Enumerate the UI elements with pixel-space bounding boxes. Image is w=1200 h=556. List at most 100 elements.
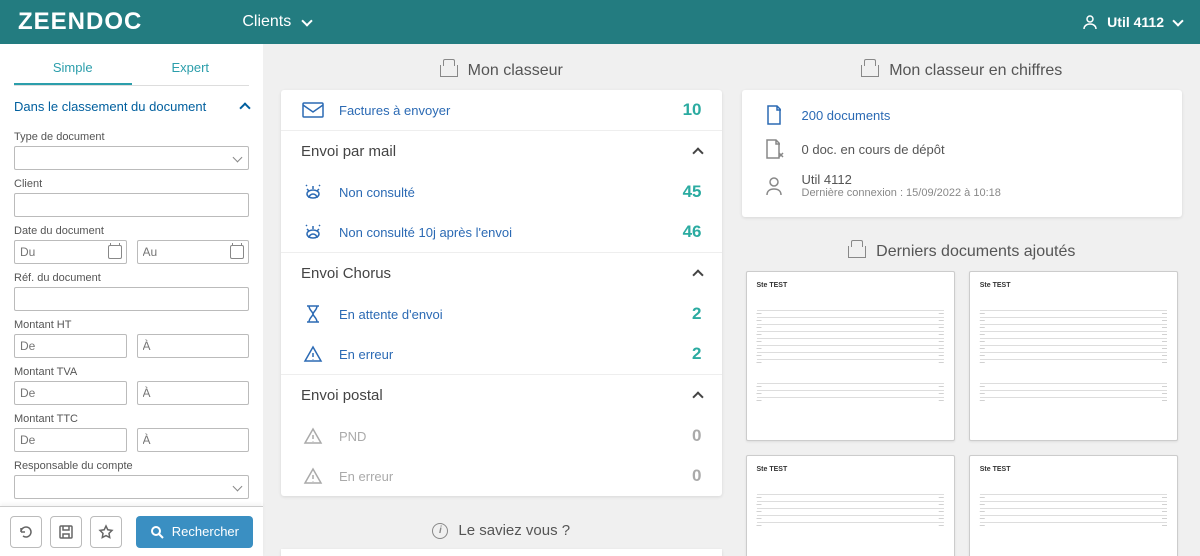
- doc-thumbnail[interactable]: Ste TEST ———————————————— ——————: [969, 271, 1178, 441]
- warning-icon: [301, 467, 325, 485]
- row-doc-count[interactable]: 200 documents: [742, 98, 1183, 132]
- label-client: Client: [14, 178, 249, 190]
- favorite-button[interactable]: [90, 516, 122, 548]
- invoices-value: 10: [672, 100, 702, 120]
- row-deposit: 0 doc. en cours de dépôt: [742, 132, 1183, 166]
- doc-type-select[interactable]: [14, 146, 249, 170]
- row-pnd[interactable]: PND 0: [281, 416, 722, 456]
- label-doc-type: Type de document: [14, 131, 249, 143]
- inbox-icon: [861, 65, 879, 77]
- search-sidebar: Simple Expert Dans le classement du docu…: [0, 44, 263, 556]
- tva-from-input[interactable]: [14, 381, 127, 405]
- row-pending[interactable]: En attente d'envoi 2: [281, 294, 722, 334]
- tva-to-input[interactable]: [137, 381, 250, 405]
- deposit-label: 0 doc. en cours de dépôt: [802, 142, 945, 157]
- postal-error-label: En erreur: [339, 469, 658, 484]
- error-value: 2: [672, 344, 702, 364]
- row-session-user: Util 4112 Dernière connexion : 15/09/202…: [742, 166, 1183, 205]
- top-header: ZEENDOC Clients Util 4112: [0, 0, 1200, 44]
- row-invoices-to-send[interactable]: Factures à envoyer 10: [281, 90, 722, 130]
- label-amount-ttc: Montant TTC: [14, 413, 249, 425]
- nav-clients-label: Clients: [242, 13, 291, 31]
- chevron-up-icon: [692, 147, 703, 158]
- pending-value: 2: [672, 304, 702, 324]
- chiffres-panel: 200 documents 0 doc. en cours de dépôt: [742, 90, 1183, 217]
- recent-docs-grid: Ste TEST ———————————————— —————— Ste TES…: [742, 271, 1183, 556]
- reset-button[interactable]: [10, 516, 42, 548]
- user-name: Util 4112: [1107, 14, 1164, 30]
- date-to-input[interactable]: [137, 240, 250, 264]
- search-button[interactable]: Rechercher: [136, 516, 253, 548]
- hourglass-icon: [301, 304, 325, 324]
- chevron-down-icon: [302, 15, 313, 26]
- group-chorus[interactable]: Envoi Chorus: [281, 252, 722, 294]
- label-amount-ht: Montant HT: [14, 319, 249, 331]
- classeur-title: Mon classeur: [281, 54, 722, 90]
- save-search-button[interactable]: [50, 516, 82, 548]
- row-not-consulted-10d[interactable]: Non consulté 10j après l'envoi 46: [281, 212, 722, 252]
- chevron-up-icon: [692, 391, 703, 402]
- date-from-input[interactable]: [14, 240, 127, 264]
- label-amount-tva: Montant TVA: [14, 366, 249, 378]
- doc-count-label: 200 documents: [802, 108, 891, 123]
- brand-logo: ZEENDOC: [18, 8, 142, 36]
- section-filing-label: Dans le classement du document: [14, 99, 206, 114]
- deposit-icon: [762, 138, 786, 160]
- refresh-icon: [18, 524, 34, 540]
- chiffres-title: Mon classeur en chiffres: [742, 54, 1183, 90]
- sidebar-tabs: Simple Expert: [14, 54, 249, 86]
- classeur-panel: Factures à envoyer 10 Envoi par mail Non…: [281, 90, 722, 496]
- session-user-name: Util 4112: [802, 172, 1001, 187]
- doc-ref-input[interactable]: [14, 287, 249, 311]
- ht-to-input[interactable]: [137, 334, 250, 358]
- tip-title: i Le saviez vous ?: [281, 514, 722, 549]
- doc-thumbnail[interactable]: Ste TEST ———————————————— ——————: [746, 271, 955, 441]
- chevron-down-icon: [1172, 15, 1183, 26]
- invoices-label: Factures à envoyer: [339, 103, 658, 118]
- row-not-consulted[interactable]: Non consulté 45: [281, 172, 722, 212]
- ttc-to-input[interactable]: [137, 428, 250, 452]
- last-login: Dernière connexion : 15/09/2022 à 10:18: [802, 187, 1001, 199]
- ttc-from-input[interactable]: [14, 428, 127, 452]
- pending-label: En attente d'envoi: [339, 307, 658, 322]
- nav-clients[interactable]: Clients: [242, 13, 311, 31]
- search-button-label: Rechercher: [172, 524, 239, 539]
- warning-icon: [301, 427, 325, 445]
- not-consulted-10d-value: 46: [672, 222, 702, 242]
- not-consulted-label: Non consulté: [339, 185, 658, 200]
- user-icon: [762, 176, 786, 196]
- doc-thumbnail[interactable]: Ste TEST ——————————: [969, 455, 1178, 556]
- envelope-icon: [301, 102, 325, 118]
- inbox-icon: [440, 65, 458, 77]
- tab-simple[interactable]: Simple: [14, 54, 132, 85]
- account-resp-select[interactable]: [14, 475, 249, 499]
- search-form: Type de document Client Date du document…: [0, 119, 263, 556]
- pnd-label: PND: [339, 429, 658, 444]
- tab-expert[interactable]: Expert: [132, 54, 250, 85]
- document-icon: [762, 104, 786, 126]
- warning-icon: [301, 345, 325, 363]
- pnd-value: 0: [672, 426, 702, 446]
- not-consulted-value: 45: [672, 182, 702, 202]
- label-doc-ref: Réf. du document: [14, 272, 249, 284]
- section-filing-toggle[interactable]: Dans le classement du document: [0, 86, 263, 119]
- info-icon: i: [432, 523, 448, 539]
- ht-from-input[interactable]: [14, 334, 127, 358]
- chevron-up-icon: [692, 269, 703, 280]
- row-postal-error[interactable]: En erreur 0: [281, 456, 722, 496]
- dashboard-content: Mon classeur Factures à envoyer 10 Envoi…: [263, 44, 1200, 556]
- row-error[interactable]: En erreur 2: [281, 334, 722, 374]
- label-doc-date: Date du document: [14, 225, 249, 237]
- user-menu[interactable]: Util 4112: [1083, 14, 1182, 30]
- group-postal[interactable]: Envoi postal: [281, 374, 722, 416]
- group-mail[interactable]: Envoi par mail: [281, 130, 722, 172]
- user-icon: [1083, 14, 1097, 30]
- label-account-resp: Responsable du compte: [14, 460, 249, 472]
- postal-error-value: 0: [672, 466, 702, 486]
- client-input[interactable]: [14, 193, 249, 217]
- chevron-up-icon: [239, 102, 250, 113]
- alert-icon: [301, 222, 325, 242]
- tip-body: Programme ZeenPlanet: [281, 549, 722, 556]
- star-icon: [98, 524, 114, 540]
- doc-thumbnail[interactable]: Ste TEST ——————————: [746, 455, 955, 556]
